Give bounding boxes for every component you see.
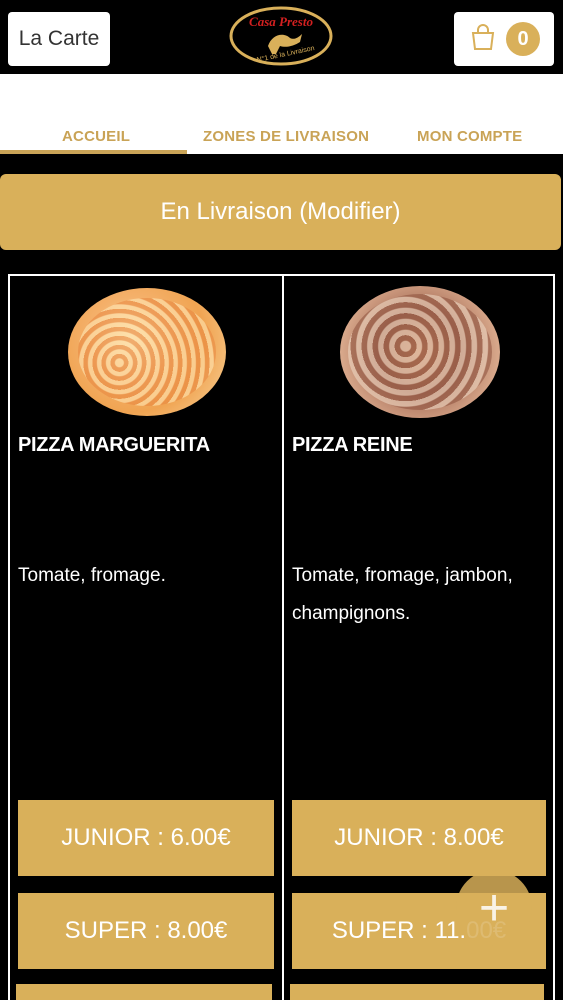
tab-mon-compte[interactable]: MON COMPTE (417, 128, 522, 145)
active-tab-indicator (0, 150, 187, 154)
price-button-partial[interactable] (16, 984, 272, 1000)
tab-zones-de-livraison[interactable]: ZONES DE LIVRAISON (203, 128, 369, 145)
add-floating-button[interactable]: + (456, 870, 532, 946)
tab-accueil[interactable]: ACCUEIL (62, 128, 130, 145)
plus-icon: + (478, 879, 510, 937)
la-carte-button[interactable]: La Carte (8, 12, 110, 66)
shopping-bag-icon (468, 22, 498, 57)
product-name: PIZZA MARGUERITA (18, 434, 210, 456)
top-bar: La Carte Casa Presto N°1 de la Livraison… (0, 0, 563, 74)
cart-count-badge: 0 (506, 22, 540, 56)
product-description: Tomate, fromage. (18, 565, 166, 586)
tab-bar: ACCUEIL ZONES DE LIVRAISON MON COMPTE (0, 74, 563, 154)
logo[interactable]: Casa Presto N°1 de la Livraison (228, 4, 334, 68)
pizza-marguerita-image[interactable] (68, 288, 226, 416)
column-divider (282, 276, 284, 1000)
price-junior-button[interactable]: JUNIOR : 6.00€ (18, 800, 274, 876)
price-button-partial[interactable] (290, 984, 544, 1000)
product-name: PIZZA REINE (292, 434, 413, 456)
svg-text:Casa Presto: Casa Presto (249, 14, 313, 29)
cart-button[interactable]: 0 (454, 12, 554, 66)
product-description: Tomate, fromage, jambon, champignons. (292, 565, 513, 624)
delivery-mode-button[interactable]: En Livraison (Modifier) (0, 174, 561, 250)
price-junior-button[interactable]: JUNIOR : 8.00€ (292, 800, 546, 876)
price-super-button[interactable]: SUPER : 8.00€ (18, 893, 274, 969)
pizza-reine-image[interactable] (340, 286, 500, 418)
